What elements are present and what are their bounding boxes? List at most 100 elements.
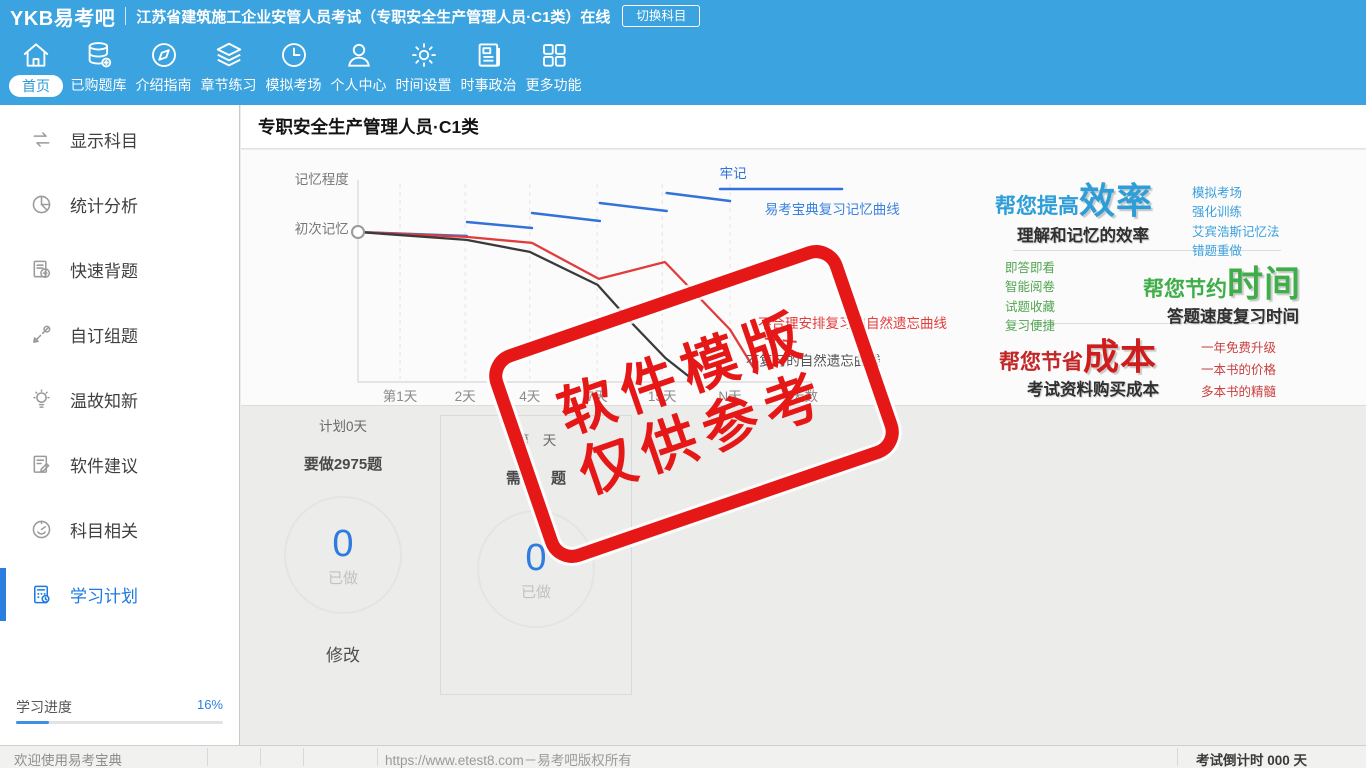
promo-subtitle: 理解和记忆的效率	[1017, 227, 1149, 245]
promo-row-cost: 帮您节省 成本 考试资料购买成本 一年免费升级 一本书的价格 多本书的精髓	[985, 324, 1307, 399]
switch-subject-button[interactable]: 切换科目	[622, 4, 701, 28]
sidebar-item-label: 软件建议	[70, 457, 138, 476]
sidebar-item-review[interactable]: 温故知新	[0, 369, 239, 430]
toolbar-item-guide[interactable]: 介绍指南	[131, 40, 196, 95]
toolbar-item-label: 首页	[9, 75, 63, 97]
title-bar: YKB易考吧 江苏省建筑施工企业安管人员考试（专职安全生产管理人员·C1类）在线…	[0, 0, 1366, 32]
statusbar-divider	[207, 748, 208, 766]
time-settings-gear-icon	[411, 43, 436, 67]
toolbar-item-label: 模拟考场	[265, 77, 322, 93]
promo-headline-prefix: 帮您节约	[1143, 278, 1227, 301]
plan-days-label: 计划0天	[318, 419, 367, 434]
toolbar-item-user-center[interactable]: 个人中心	[326, 40, 391, 95]
statusbar-divider	[303, 748, 304, 766]
sidebar-item-label: 学习计划	[70, 587, 138, 606]
promo-feature: 模拟考场	[1192, 186, 1243, 200]
toolbar-item-news[interactable]: 时事政治	[456, 40, 521, 95]
logo-divider	[125, 7, 127, 25]
toolbar-item-label: 时事政治	[460, 77, 517, 93]
sidebar-item-label: 快速背题	[70, 262, 138, 281]
more-grid-icon	[542, 44, 566, 67]
sidebar-item-study-plan[interactable]: 学习计划	[0, 564, 239, 625]
exam-countdown: 考试倒计时 000 天	[1196, 753, 1308, 768]
question-bank-icon	[88, 42, 111, 68]
promo-row-efficiency: 帮您提高 效率 理解和记忆的效率 模拟考场 强化训练 艾宾浩斯记忆法 错题重做	[985, 172, 1307, 258]
promo-headline-prefix: 帮您提高	[995, 195, 1079, 218]
toolbar-item-chapter-practice[interactable]: 章节练习	[196, 40, 261, 95]
promo-headline-big: 效率	[1079, 180, 1154, 221]
sidebar-item-label: 温故知新	[70, 392, 138, 411]
progress-label: 学习进度	[16, 699, 72, 715]
plan-todo-label: 要做2975题	[303, 456, 383, 473]
calculator-icon	[34, 585, 50, 604]
toolbar-item-label: 已购题库	[70, 77, 127, 93]
sidebar-item-quick-memorize[interactable]: 快速背题	[0, 239, 239, 300]
sidebar-item-statistics[interactable]: 统计分析	[0, 174, 239, 235]
promo-headline-big: 成本	[1083, 336, 1158, 377]
toolbar-item-home[interactable]: 首页	[6, 40, 66, 97]
sidebar-item-custom-quiz[interactable]: 自订组题	[0, 304, 239, 365]
done-count: 0	[332, 522, 354, 565]
toolbar-item-mock-exam[interactable]: 模拟考场	[261, 40, 326, 95]
study-progress-row: 学习进度 16%	[16, 697, 223, 717]
mock-exam-clock-icon	[281, 43, 306, 67]
promo-headline-prefix: 帮您节省	[999, 351, 1083, 374]
statusbar-divider	[260, 748, 261, 766]
modify-plan-button[interactable]: 修改	[283, 641, 403, 666]
done-count: 0	[525, 536, 547, 579]
promo-headline: 帮您提高 效率	[995, 172, 1153, 224]
sidebar-item-label: 统计分析	[70, 197, 138, 216]
promo-feature-list: 一年免费升级 一本书的价格 多本书的精髓	[1201, 338, 1276, 404]
promo-feature: 强化训练	[1192, 205, 1243, 220]
promo-feature: 一年免费升级	[1201, 341, 1277, 355]
toolbar-item-label: 介绍指南	[135, 77, 192, 93]
progress-fill	[16, 721, 50, 724]
guide-compass-icon	[151, 43, 176, 67]
status-bar: 欢迎使用易考宝典 https://www.etest8.com－易考吧版权所有 …	[0, 745, 1366, 768]
sidebar-item-subject-related[interactable]: 科目相关	[0, 499, 239, 560]
done-caption: 已做	[520, 583, 551, 601]
statusbar-divider	[1177, 748, 1178, 766]
promo-feature: 艾宾浩斯记忆法	[1192, 224, 1280, 239]
toolbar-item-label: 个人中心	[330, 77, 387, 93]
welcome-text: 欢迎使用易考宝典	[14, 753, 122, 768]
toolbar-item-label: 更多功能	[525, 77, 582, 93]
chapters-layers-icon	[216, 42, 241, 67]
promo-feature: 即答即看	[1005, 261, 1056, 275]
toolbar-item-label: 章节练习	[200, 77, 257, 93]
news-icon	[478, 43, 500, 67]
promo-feature-list: 模拟考场 强化训练 艾宾浩斯记忆法 错题重做	[1192, 184, 1280, 262]
sidebar-item-label: 科目相关	[70, 522, 138, 541]
toolbar-item-time-settings[interactable]: 时间设置	[391, 40, 456, 95]
main-toolbar: 首页 已购题库 介绍指南 章节练习 模拟考场 个人中心 时间设置 时事政治 更多…	[0, 32, 1366, 105]
sidebar: 显示科目 统计分析 快速背题 自订组题 温故知新 软件建议 科目相关 学习计划 …	[0, 105, 240, 745]
sidebar-item-label: 显示科目	[70, 132, 138, 151]
app-title: 江苏省建筑施工企业安管人员考试（专职安全生产管理人员·C1类）在线	[136, 8, 611, 26]
pie-chart-icon	[32, 195, 51, 214]
promo-subtitle: 考试资料购买成本	[1027, 381, 1159, 399]
app-window: YKB易考吧 江苏省建筑施工企业安管人员考试（专职安全生产管理人员·C1类）在线…	[0, 0, 1366, 768]
tools-icon	[33, 325, 51, 343]
app-logo: YKB易考吧	[10, 7, 116, 30]
sidebar-item-software-suggestion[interactable]: 软件建议	[0, 434, 239, 495]
flashcard-icon	[33, 260, 51, 279]
sidebar-item-show-subjects[interactable]: 显示科目	[0, 109, 239, 170]
copyright-text: https://www.etest8.com－易考吧版权所有	[385, 753, 632, 768]
promo-headline: 帮您节约 时间	[1143, 255, 1301, 307]
statusbar-divider	[377, 748, 378, 766]
promo-feature: 多本书的精髓	[1201, 384, 1277, 399]
done-count-circle: 0 已做	[284, 496, 402, 614]
user-icon	[347, 43, 370, 67]
promo-feature: 试题收藏	[1005, 299, 1056, 314]
lightbulb-icon	[33, 389, 50, 408]
sidebar-item-label: 自订组题	[70, 327, 138, 346]
progress-bar	[16, 721, 223, 724]
toolbar-item-question-bank[interactable]: 已购题库	[66, 40, 131, 95]
active-indicator	[0, 568, 6, 621]
promo-headline-big: 时间	[1227, 263, 1302, 304]
promo-panel: 帮您提高 效率 理解和记忆的效率 模拟考场 强化训练 艾宾浩斯记忆法 错题重做 即…	[985, 172, 1307, 399]
toolbar-item-more[interactable]: 更多功能	[521, 40, 586, 95]
progress-value: 16%	[196, 697, 223, 712]
dial-icon	[32, 520, 51, 539]
study-plan-card: 计划0天 要做2975题 0 已做 修改	[283, 415, 403, 666]
